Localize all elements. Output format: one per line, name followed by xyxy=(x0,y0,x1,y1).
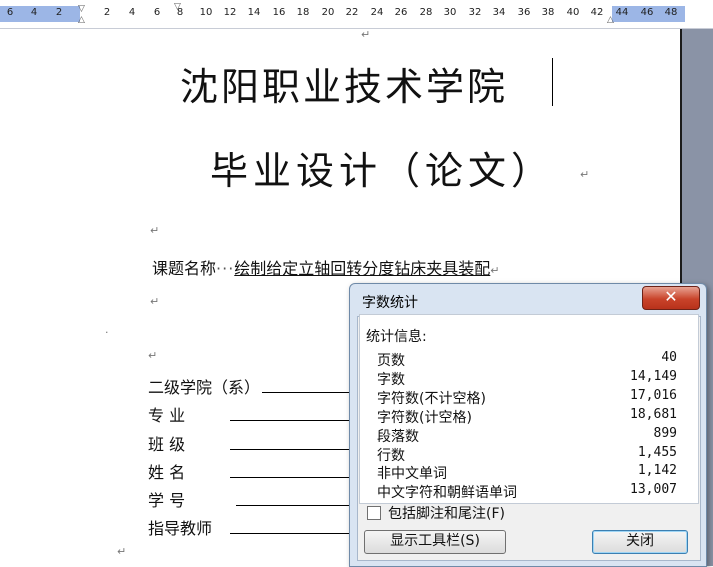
stat-row-pages: 页数 40 xyxy=(377,350,677,369)
ruler-number: 40 xyxy=(566,7,580,18)
stat-value: 14,149 xyxy=(630,369,677,384)
text-cursor xyxy=(552,58,553,106)
stat-row-chars-with-spaces: 字符数(计空格) 18,681 xyxy=(377,407,677,426)
paragraph-mark: ↵ xyxy=(150,224,160,237)
paragraph-mark: ↵ xyxy=(580,168,590,181)
stat-value: 1,455 xyxy=(637,445,677,460)
stat-row-non-chinese-words: 非中文单词 1,142 xyxy=(377,463,677,482)
ruler-number: 38 xyxy=(541,7,555,18)
stat-value: 18,681 xyxy=(630,407,677,422)
form-underline xyxy=(236,505,350,506)
stat-label: 字数 xyxy=(377,372,405,388)
stat-row-paragraphs: 段落数 899 xyxy=(377,426,677,445)
stat-label: 段落数 xyxy=(377,429,419,445)
stat-label: 页数 xyxy=(377,353,405,369)
ruler-number: 20 xyxy=(321,7,335,18)
topic-value: 绘制给定立轴回转分度钻床夹具装配 xyxy=(234,259,491,278)
show-toolbar-button[interactable]: 显示工具栏(S) xyxy=(364,530,506,554)
ruler-number: 6 xyxy=(6,7,14,18)
ruler-number: 2 xyxy=(55,7,63,18)
stat-label: 行数 xyxy=(377,448,405,464)
topic-leader: ··· xyxy=(216,259,235,278)
stat-value: 899 xyxy=(653,426,677,441)
paragraph-mark: ↵ xyxy=(150,295,160,308)
ruler-number: 4 xyxy=(30,7,38,18)
form-underline xyxy=(230,477,350,478)
stat-label: 非中文单词 xyxy=(377,466,447,482)
stat-row-chars-no-spaces: 字符数(不计空格) 17,016 xyxy=(377,388,677,407)
footnotes-checkbox[interactable] xyxy=(367,506,381,520)
stat-value: 1,142 xyxy=(637,463,677,478)
horizontal-ruler[interactable]: 6 4 2 2 4 6 8 10 12 14 16 18 20 22 24 26… xyxy=(0,0,713,29)
ruler-number: 48 xyxy=(664,7,678,18)
ruler-number: 30 xyxy=(443,7,457,18)
right-indent-marker[interactable]: △ xyxy=(607,15,614,25)
form-underline xyxy=(230,533,350,534)
first-line-indent-marker[interactable]: ▽ xyxy=(78,4,85,14)
statistics-label: 统计信息: xyxy=(366,329,427,345)
ruler-number: 10 xyxy=(199,7,213,18)
form-underline xyxy=(262,392,350,393)
ruler-number: 46 xyxy=(640,7,654,18)
ruler-number: 24 xyxy=(370,7,384,18)
stat-label: 字符数(计空格) xyxy=(377,410,472,426)
stat-row-lines: 行数 1,455 xyxy=(377,445,677,464)
ruler-number: 36 xyxy=(517,7,531,18)
document-subtitle[interactable]: 毕业设计（论文） xyxy=(210,140,554,195)
stat-row-cjk-chars: 中文字符和朝鲜语单词 13,007 xyxy=(377,482,677,501)
stat-row-words: 字数 14,149 xyxy=(377,369,677,388)
close-icon[interactable]: ✕ xyxy=(642,286,700,310)
form-underline xyxy=(230,449,350,450)
ruler-number: 6 xyxy=(153,7,161,18)
close-button[interactable]: 关闭 xyxy=(592,530,688,554)
ruler-number: 26 xyxy=(394,7,408,18)
paragraph-mark: ↵ xyxy=(117,545,127,558)
paragraph-mark: ↵ xyxy=(148,349,158,362)
ruler-number: 22 xyxy=(345,7,359,18)
tab-stop-marker[interactable]: ▽ xyxy=(174,2,181,12)
form-label-name: 姓 名 xyxy=(148,463,186,482)
ruler-number: 32 xyxy=(468,7,482,18)
footnotes-checkbox-label[interactable]: 包括脚注和尾注(F) xyxy=(388,503,505,523)
form-label-department: 二级学院（系） xyxy=(148,378,261,397)
paragraph-mark: ↵ xyxy=(490,264,500,277)
form-label-major: 专 业 xyxy=(148,406,186,425)
topic-label: 课题名称 xyxy=(152,259,217,278)
ruler-number: 14 xyxy=(247,7,261,18)
left-indent-marker[interactable]: △ xyxy=(78,15,85,25)
stat-label: 字符数(不计空格) xyxy=(377,391,486,407)
ruler-number: 4 xyxy=(128,7,136,18)
ruler-number: 34 xyxy=(492,7,506,18)
paragraph-mark: · xyxy=(105,326,109,339)
form-label-class: 班 级 xyxy=(148,435,186,454)
dialog-title[interactable]: 字数统计 xyxy=(362,292,418,312)
ruler-number: 12 xyxy=(223,7,237,18)
ruler-number: 2 xyxy=(103,7,111,18)
ruler-number: 16 xyxy=(272,7,286,18)
form-label-advisor: 指导教师 xyxy=(148,519,213,538)
word-count-dialog[interactable]: 字数统计 ✕ 统计信息: 页数 40 字数 14,149 字符数(不计空格) 1… xyxy=(349,283,707,567)
document-title[interactable]: 沈阳职业技术学院 xyxy=(180,56,508,111)
ruler-number: 28 xyxy=(419,7,433,18)
stat-label: 中文字符和朝鲜语单词 xyxy=(377,485,517,501)
paragraph-mark: ↵ xyxy=(361,28,371,41)
stat-value: 40 xyxy=(661,350,677,365)
ruler-number: 42 xyxy=(590,7,604,18)
stat-value: 17,016 xyxy=(630,388,677,403)
ruler-number: 18 xyxy=(296,7,310,18)
topic-line[interactable]: 课题名称···绘制给定立轴回转分度钻床夹具装配↵ xyxy=(152,255,500,279)
form-label-student-id: 学 号 xyxy=(148,491,186,510)
form-underline xyxy=(230,420,350,421)
stat-value: 13,007 xyxy=(630,482,677,497)
ruler-number: 44 xyxy=(615,7,629,18)
